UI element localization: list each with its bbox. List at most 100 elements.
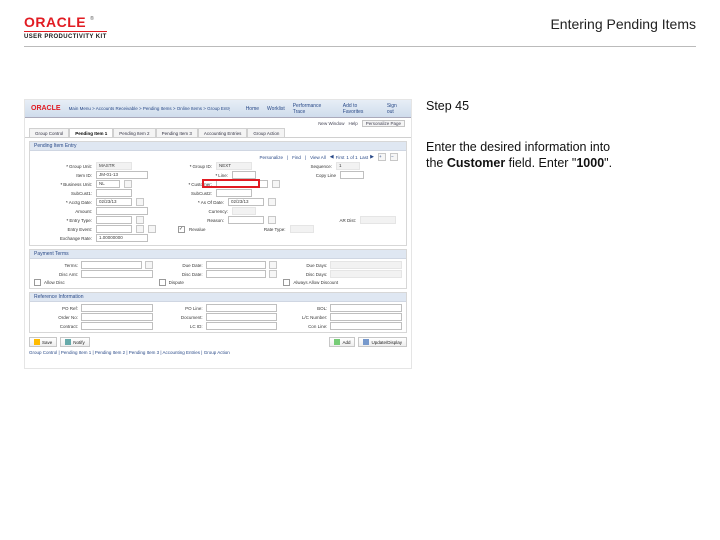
always-allow-disc-checkbox[interactable] [283, 279, 290, 286]
add-row-button[interactable]: + [378, 153, 386, 161]
tab-accounting-entries[interactable]: Accounting Entries [198, 128, 248, 137]
copy-line-label: Copy Line [278, 173, 336, 178]
lc-number-field[interactable] [330, 313, 402, 321]
section-payment-terms: Payment Terms Terms: Due Date: Due Days:… [29, 249, 407, 289]
add-button[interactable]: Add [329, 337, 355, 347]
instruction-text: Enter the desired information into the C… [426, 139, 696, 172]
worklist-link[interactable]: Worklist [267, 106, 285, 112]
contract-field[interactable] [81, 322, 153, 330]
step-label: Step 45 [426, 99, 696, 113]
order-no-field[interactable] [81, 313, 153, 321]
entry-type-lookup-icon[interactable] [136, 216, 144, 224]
acctg-date-field[interactable]: 02/23/13 [96, 198, 132, 206]
section-header: Payment Terms [30, 250, 406, 259]
business-unit-field[interactable]: NL [96, 180, 120, 188]
oracle-wordmark: ORACLE [24, 14, 86, 30]
tab-pending-item-2[interactable]: Pending Item 2 [113, 128, 155, 137]
due-days-field [330, 261, 402, 269]
asof-date-field[interactable]: 02/23/13 [228, 198, 264, 206]
business-unit-lookup-icon[interactable] [124, 180, 132, 188]
due-date-calendar-icon[interactable] [269, 261, 277, 269]
viewall-link[interactable]: View All [310, 155, 326, 160]
po-ref-field[interactable] [81, 304, 153, 312]
document-field[interactable] [206, 313, 278, 321]
last-link[interactable]: Last [360, 155, 369, 160]
find-link[interactable]: Find [292, 155, 301, 160]
amount-field[interactable] [96, 207, 148, 215]
disc-days-label: Disc Days: [283, 272, 327, 277]
footer-tab-links[interactable]: Group Control | Pending Item 1 | Pending… [25, 349, 411, 358]
save-button[interactable]: Save [29, 337, 57, 347]
revalue-checkbox[interactable] [178, 226, 185, 233]
bol-field[interactable] [330, 304, 402, 312]
terms-field[interactable] [81, 261, 142, 269]
tab-group-control[interactable]: Group Control [29, 128, 69, 137]
exchange-rate-field[interactable]: 1.00000000 [96, 234, 148, 242]
row-range: 1 of 1 [346, 155, 357, 160]
acctg-date-calendar-icon[interactable] [136, 198, 144, 206]
terms-lookup-icon[interactable] [145, 261, 153, 269]
order-no-label: Order No: [34, 315, 78, 320]
section-header: Reference Information [30, 293, 406, 302]
tab-pending-item-3[interactable]: Pending Item 3 [156, 128, 198, 137]
disc-amt-label: Disc Amt: [34, 272, 78, 277]
field-name-bold: Customer [447, 156, 505, 170]
exchange-rate-label: Exchange Rate: [34, 236, 92, 241]
update-display-button[interactable]: Update/Display [358, 337, 407, 347]
sequence-value: 1 [336, 162, 360, 170]
window-meta: New Window Help Personalize Page [25, 118, 411, 128]
entry-event-lookup-icon[interactable] [136, 225, 144, 233]
po-line-field[interactable] [206, 304, 278, 312]
oracle-logo: ORACLE ® [24, 14, 107, 30]
first-link[interactable]: First [336, 155, 345, 160]
home-link[interactable]: Home [246, 106, 259, 112]
acctg-date-label: Acctg Date: [34, 200, 92, 205]
line-field[interactable] [232, 171, 256, 179]
save-icon [34, 339, 40, 345]
first-icon[interactable]: ◀ [330, 154, 334, 160]
perf-trace-link[interactable]: Performance Trace [293, 103, 335, 115]
tab-pending-item-1[interactable]: Pending Item 1 [69, 128, 113, 137]
entry-type-field[interactable] [96, 216, 132, 224]
allow-disc-checkbox[interactable] [34, 279, 41, 286]
signout-link[interactable]: Sign out [387, 103, 405, 115]
tab-group-action[interactable]: Group Action [247, 128, 285, 137]
disc-date-calendar-icon[interactable] [269, 270, 277, 278]
personalize-link[interactable]: Personalize [259, 155, 283, 160]
subcust1-field[interactable] [96, 189, 132, 197]
item-id-field[interactable]: JM-01-13 [96, 171, 148, 179]
copy-line-field[interactable] [340, 171, 364, 179]
lc-id-field[interactable] [206, 322, 278, 330]
app-top-bar: ORACLE Main Menu > Accounts Receivable >… [25, 100, 411, 118]
attach-icon[interactable] [148, 225, 156, 233]
group-unit-value: MASTR [96, 162, 132, 170]
grid-toolbar: Personalize | Find | View All ◀ First 1 … [34, 153, 402, 161]
instruction-panel: Step 45 Enter the desired information in… [426, 99, 696, 369]
due-date-label: Due Date: [159, 263, 203, 268]
last-icon[interactable]: ▶ [370, 154, 374, 160]
customer-lookup-icon[interactable] [272, 180, 280, 188]
con-line-field[interactable] [330, 322, 402, 330]
value-bold: 1000 [576, 156, 604, 170]
customer-field[interactable] [216, 180, 268, 188]
entry-event-field[interactable] [96, 225, 132, 233]
subcust2-field[interactable] [216, 189, 252, 197]
dispute-checkbox[interactable] [159, 279, 166, 286]
add-favorites-link[interactable]: Add to Favorites [343, 103, 379, 115]
subcust1-label: SubCust1: [34, 191, 92, 196]
mini-oracle-logo: ORACLE [31, 105, 61, 112]
new-window-link[interactable]: New Window [318, 121, 344, 126]
reason-lookup-icon[interactable] [268, 216, 276, 224]
delete-row-button[interactable]: − [390, 153, 398, 161]
disc-amt-field[interactable] [81, 270, 153, 278]
reason-field[interactable] [228, 216, 264, 224]
disc-date-field[interactable] [206, 270, 267, 278]
help-link[interactable]: Help [348, 121, 357, 126]
disc-date-label: Disc Date: [159, 272, 203, 277]
rate-type-label: Rate Type: [228, 227, 286, 232]
due-date-field[interactable] [206, 261, 267, 269]
business-unit-label: Business Unit: [34, 182, 92, 187]
notify-button[interactable]: Notify [60, 337, 90, 347]
personalize-page-button[interactable]: Personalize Page [362, 120, 405, 127]
asof-date-calendar-icon[interactable] [268, 198, 276, 206]
